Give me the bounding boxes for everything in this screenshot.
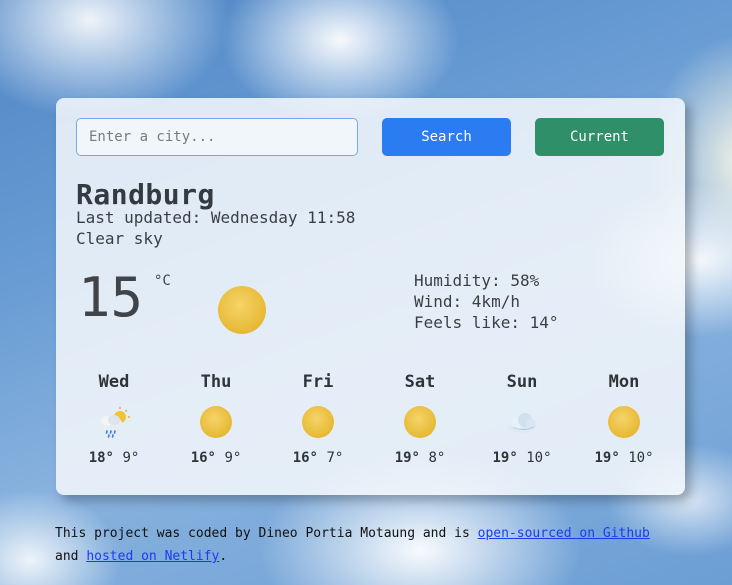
forecast-day: Sat 19° 8° <box>370 372 470 466</box>
sun-icon <box>199 406 233 440</box>
forecast-min: 10° <box>628 450 654 466</box>
feels-like: Feels like: 14° <box>414 313 559 332</box>
forecast-day-name: Fri <box>302 372 334 392</box>
forecast-day: Wed 18° 9° <box>64 372 164 466</box>
forecast-temps: 16° 9° <box>166 450 266 466</box>
sun-icon <box>301 406 335 440</box>
last-updated: Last updated: Wednesday 11:58 <box>76 208 356 227</box>
footer-text-middle: and <box>55 549 87 564</box>
sun-icon <box>607 406 641 440</box>
weather-description: Clear sky <box>76 229 163 248</box>
temperature-unit: °C <box>154 273 171 289</box>
forecast-temps: 18° 9° <box>64 450 164 466</box>
rain-sun-cloud-icon <box>97 406 131 440</box>
city-name: Randburg <box>76 178 215 211</box>
city-search-input[interactable] <box>76 118 358 156</box>
cloud-icon <box>505 406 539 440</box>
forecast-day-name: Sat <box>404 372 436 392</box>
forecast-max: 18° <box>88 450 114 466</box>
forecast-day: Thu 16° 9° <box>166 372 266 466</box>
netlify-link[interactable]: hosted on Netlify <box>86 549 219 564</box>
forecast-day: Sun 19° 10° <box>472 372 572 466</box>
forecast-day-name: Sun <box>506 372 538 392</box>
forecast-max: 19° <box>394 450 420 466</box>
github-link[interactable]: open-sourced on Github <box>478 526 650 541</box>
forecast-max: 19° <box>492 450 518 466</box>
forecast-temps: 19° 8° <box>370 450 470 466</box>
forecast-min: 9° <box>224 450 242 466</box>
forecast-day: Fri 16° 7° <box>268 372 368 466</box>
wind: Wind: 4km/h <box>414 292 520 311</box>
forecast-min: 7° <box>326 450 344 466</box>
forecast-day-name: Mon <box>608 372 640 392</box>
forecast-max: 16° <box>190 450 216 466</box>
forecast-temps: 16° 7° <box>268 450 368 466</box>
forecast-min: 10° <box>526 450 552 466</box>
footer-text-end: . <box>219 549 228 564</box>
forecast-day: Mon 19° 10° <box>574 372 674 466</box>
forecast-max: 16° <box>292 450 318 466</box>
current-temperature: 15 <box>78 266 144 329</box>
footer: This project was coded by Dineo Portia M… <box>55 522 655 568</box>
forecast-temps: 19° 10° <box>574 450 674 466</box>
sun-icon <box>218 286 266 334</box>
weather-stats: Humidity: 58% Wind: 4km/h Feels like: 14… <box>414 270 559 333</box>
forecast-min: 9° <box>122 450 140 466</box>
footer-text: This project was coded by Dineo Portia M… <box>55 526 478 541</box>
humidity: Humidity: 58% <box>414 271 540 290</box>
forecast-max: 19° <box>594 450 620 466</box>
forecast-min: 8° <box>428 450 446 466</box>
weather-card: Search Current Randburg Last updated: We… <box>56 98 685 495</box>
sun-icon <box>403 406 437 440</box>
forecast-day-name: Thu <box>200 372 232 392</box>
forecast-day-name: Wed <box>98 372 130 392</box>
search-button[interactable]: Search <box>382 118 511 156</box>
forecast: Wed 18° 9° Thu 16° 9° Fri 16° 7° Sat 19°… <box>64 372 676 472</box>
current-location-button[interactable]: Current <box>535 118 664 156</box>
forecast-temps: 19° 10° <box>472 450 572 466</box>
